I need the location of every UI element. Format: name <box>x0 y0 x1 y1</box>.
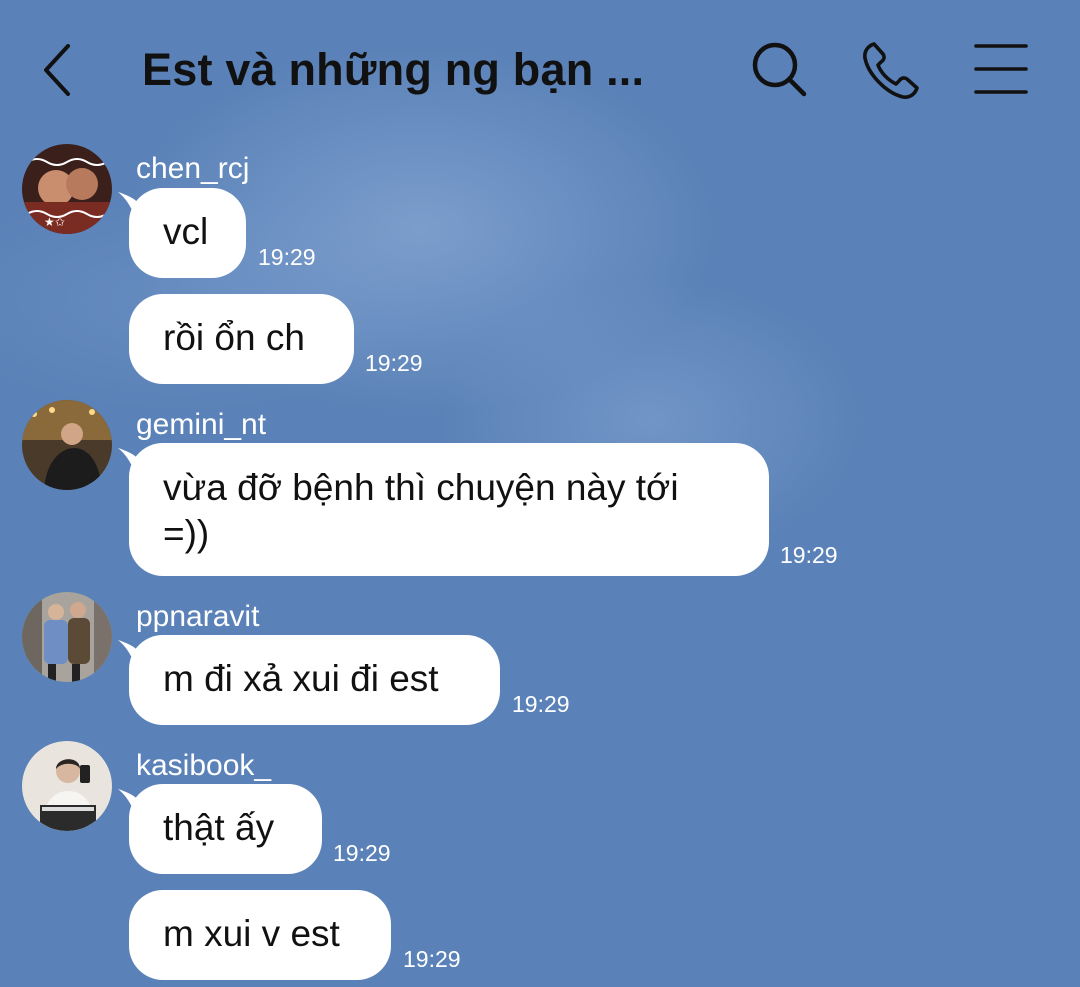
phone-icon <box>863 42 919 99</box>
message-time: 19:29 <box>512 691 570 717</box>
avatar-ppnaravit[interactable] <box>22 592 112 682</box>
message-bubble[interactable]: vcl <box>129 188 246 278</box>
message-time: 19:29 <box>365 350 423 376</box>
chat-header: Est và những ng bạn ... <box>0 0 1080 140</box>
message-time: 19:29 <box>333 840 391 866</box>
message-bubble[interactable]: m xui v est <box>129 890 391 980</box>
call-button[interactable] <box>860 38 924 102</box>
sender-name: chen_rcj <box>136 152 250 185</box>
avatar-chen-rcj[interactable]: ★✩ <box>22 144 112 234</box>
avatar-photo: ★✩ <box>22 144 112 234</box>
message-bubble[interactable]: rồi ổn ch <box>129 294 354 384</box>
search-icon <box>752 42 807 97</box>
message-bubble[interactable]: vừa đỡ bệnh thì chuyện này tới =)) <box>129 443 769 576</box>
message-time: 19:29 <box>403 946 461 972</box>
back-button[interactable] <box>36 38 86 102</box>
chevron-left-icon <box>44 44 70 96</box>
menu-icon <box>974 44 1028 94</box>
menu-button[interactable] <box>970 38 1034 102</box>
avatar-kasibook[interactable] <box>22 741 112 831</box>
message-bubble[interactable]: m đi xả xui đi est <box>129 635 500 725</box>
avatar-gemini-nt[interactable] <box>22 400 112 490</box>
chat-title: Est và những ng bạn ... <box>142 44 645 95</box>
sender-name: kasibook_ <box>136 749 272 782</box>
sender-name: gemini_nt <box>136 408 267 441</box>
avatar-photo <box>22 400 112 490</box>
sender-name: ppnaravit <box>136 600 260 633</box>
avatar-photo <box>22 592 112 682</box>
message-bubble[interactable]: thật ấy <box>129 784 322 874</box>
search-button[interactable] <box>748 38 812 102</box>
message-time: 19:29 <box>258 244 316 270</box>
avatar-photo <box>22 741 112 831</box>
message-time: 19:29 <box>780 542 838 568</box>
svg-text:★✩: ★✩ <box>44 215 65 229</box>
